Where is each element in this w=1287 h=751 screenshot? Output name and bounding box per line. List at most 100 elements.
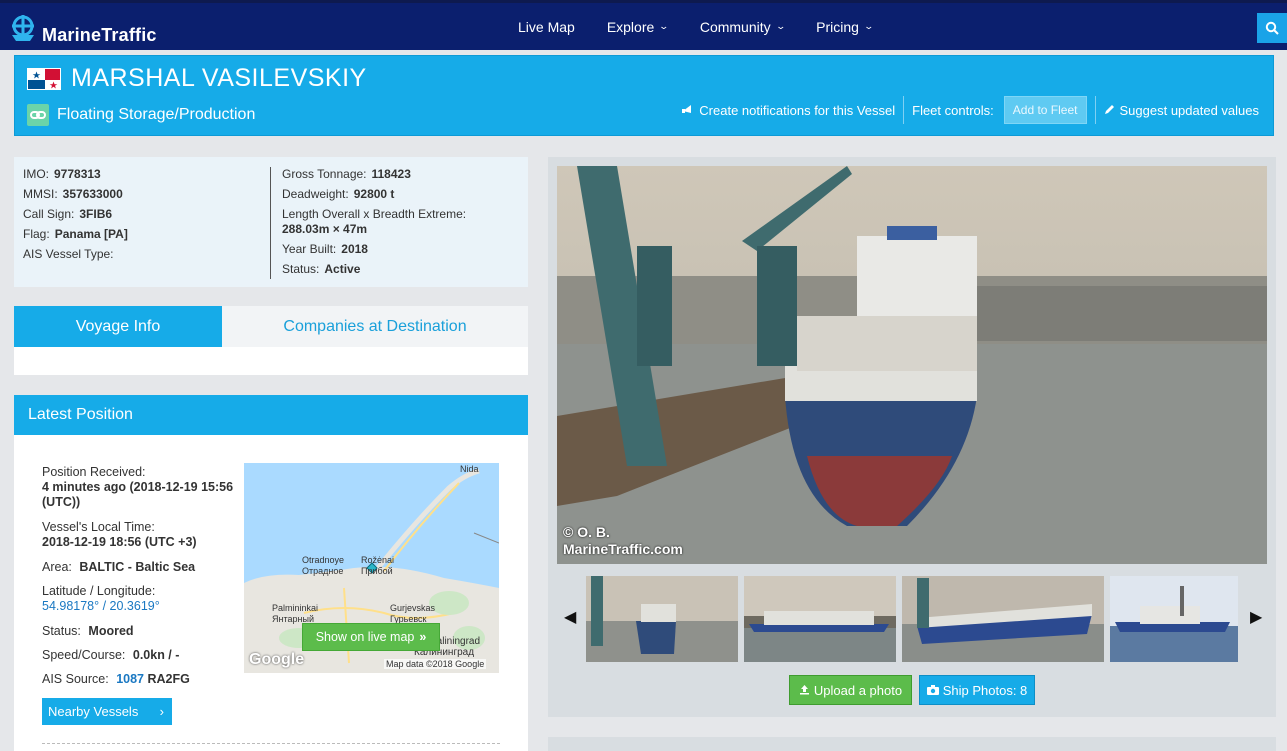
map-attribution: Map data ©2018 Google [384, 659, 487, 669]
vessel-header: MARSHAL VASILEVSKIY Floating Storage/Pro… [14, 55, 1274, 136]
button-label: Show on live map [315, 630, 415, 644]
vessel-actions: Create notifications for this Vessel Fle… [681, 96, 1259, 124]
info-label: Latitude / Longitude: [42, 584, 156, 598]
button-label: Ship Photos: 8 [942, 682, 1028, 698]
detail-label: Deadweight: [282, 187, 349, 201]
vessel-type-icon [27, 104, 49, 126]
map-label: Rožėnai [361, 555, 395, 565]
chevron-left-icon[interactable]: ◀ [564, 607, 576, 627]
ais-source-link[interactable]: 1087 [116, 672, 144, 686]
nav-explore[interactable]: Explore ⌄ [591, 19, 684, 35]
photo-thumbnail[interactable] [586, 576, 738, 662]
main-menu: Live Map Explore ⌄ Community ⌄ Pricing ⌄ [502, 3, 889, 50]
area: Area: BALTIC - Baltic Sea [42, 560, 242, 574]
create-notification-link[interactable]: Create notifications for this Vessel [699, 103, 895, 118]
detail-value: 118423 [371, 167, 411, 181]
panama-flag-icon [27, 68, 61, 90]
detail-flag: Flag: Panama [PA] [23, 227, 128, 247]
detail-ais-type: AIS Vessel Type: [23, 247, 128, 267]
nav-label: Community [699, 18, 771, 35]
detail-label: AIS Vessel Type: [23, 247, 114, 261]
google-logo: Google [249, 651, 305, 668]
photo-credit-source: MarineTraffic.com [563, 541, 683, 557]
detail-label: Year Built: [282, 242, 337, 256]
details-divider [270, 167, 271, 279]
chevron-right-icon: › [159, 704, 164, 719]
nav-pricing[interactable]: Pricing ⌄ [800, 19, 888, 35]
detail-value: 9778313 [54, 167, 101, 181]
detail-label: MMSI: [23, 187, 58, 201]
photo-credit: © O. B. MarineTraffic.com [563, 524, 683, 558]
upload-icon [799, 683, 810, 698]
map-label: Прибой [361, 566, 393, 576]
add-to-fleet-button[interactable]: Add to Fleet [1003, 96, 1087, 124]
lat-lon: Latitude / Longitude: 54.98178° / 20.361… [42, 584, 242, 614]
detail-year-built: Year Built: 2018 [282, 242, 466, 262]
info-value: Moored [88, 624, 134, 638]
ship-photo [557, 166, 1267, 564]
speed-course: Speed/Course: 0.0kn / - [42, 648, 242, 662]
position-map[interactable]: Nida Otradnoye Отрадное Rožėnai Прибой P… [244, 463, 499, 673]
vessel-main-photo[interactable]: © O. B. MarineTraffic.com [557, 166, 1267, 564]
next-card [548, 737, 1276, 751]
search-icon [1265, 21, 1279, 35]
upload-photo-button[interactable]: Upload a photo [789, 675, 912, 705]
nav-community[interactable]: Community ⌄ [684, 19, 800, 35]
info-value: RA2FG [147, 672, 190, 686]
info-value: 2018-12-19 18:56 (UTC +3) [42, 535, 197, 549]
nearby-vessels-button[interactable]: Nearby Vessels › [42, 698, 172, 725]
nav-label: Live Map [518, 18, 575, 35]
detail-call-sign: Call Sign: 3FIB6 [23, 207, 128, 227]
info-label: Area: [42, 560, 72, 574]
voyage-tabs: Voyage Info Companies at Destination [14, 306, 528, 375]
nav-live-map[interactable]: Live Map [502, 19, 591, 35]
lat-lon-link[interactable]: 54.98178° / 20.3619° [42, 599, 242, 614]
detail-label: Flag: [23, 227, 50, 241]
map-label: Nida [460, 464, 479, 474]
detail-value: 288.03m × 47m [282, 222, 368, 236]
bell-icon [681, 103, 693, 118]
detail-value: 357633000 [62, 187, 123, 201]
vessel-type: Floating Storage/Production [57, 106, 256, 123]
info-label: Vessel's Local Time: [42, 520, 155, 534]
nav-label: Pricing [816, 18, 859, 35]
chevron-down-icon: ⌄ [863, 21, 875, 31]
top-navigation: MarineTraffic Live Map Explore ⌄ Communit… [0, 0, 1287, 50]
info-value: 4 minutes ago (2018-12-19 15:56 (UTC)) [42, 480, 234, 509]
photo-thumbnail[interactable] [744, 576, 896, 662]
tab-voyage-info[interactable]: Voyage Info [14, 306, 222, 347]
detail-gross-tonnage: Gross Tonnage: 118423 [282, 167, 466, 187]
divider [903, 96, 905, 124]
ship-wheel-icon [8, 13, 38, 43]
vessel-photos-panel: © O. B. MarineTraffic.com ◀ ▶ Upload a p… [548, 157, 1276, 717]
show-on-live-map-button[interactable]: Show on live map » [302, 623, 440, 651]
chevron-down-icon: ⌄ [775, 21, 786, 31]
detail-deadweight: Deadweight: 92800 t [282, 187, 466, 207]
map-label: Отрадное [302, 566, 344, 576]
pencil-icon [1104, 103, 1115, 118]
chevron-right-icon[interactable]: ▶ [1250, 607, 1262, 627]
ais-source: AIS Source: 1087 RA2FG [42, 672, 242, 686]
search-button[interactable] [1257, 13, 1287, 43]
brand-name: MarineTraffic [42, 24, 157, 45]
button-label: Nearby Vessels [48, 704, 139, 719]
detail-value: 2018 [341, 242, 368, 256]
ship-photos-button[interactable]: Ship Photos: 8 [919, 675, 1035, 705]
detail-label: Length Overall x Breadth Extreme: [282, 207, 467, 221]
detail-label: Status: [282, 262, 320, 276]
detail-label: Gross Tonnage: [282, 167, 367, 181]
info-label: Position Received: [42, 465, 146, 479]
detail-label: Call Sign: [23, 207, 75, 221]
tab-companies-at-destination[interactable]: Companies at Destination [222, 306, 528, 347]
photo-thumbnail[interactable] [902, 576, 1104, 662]
suggest-values-link[interactable]: Suggest updated values [1120, 103, 1260, 118]
fleet-controls-label: Fleet controls: [912, 102, 994, 118]
details-left-column: IMO: 9778313 MMSI: 357633000 Call Sign: 3FI… [23, 167, 128, 267]
photo-thumbnail[interactable] [1110, 576, 1238, 662]
thumbnail-image [1110, 576, 1238, 662]
detail-mmsi: MMSI: 357633000 [23, 187, 128, 207]
position-received: Position Received: 4 minutes ago (2018-1… [42, 465, 242, 510]
thumbnail-image [586, 576, 738, 662]
info-value: BALTIC - Baltic Sea [79, 560, 196, 574]
brand-logo[interactable]: MarineTraffic [8, 11, 157, 45]
